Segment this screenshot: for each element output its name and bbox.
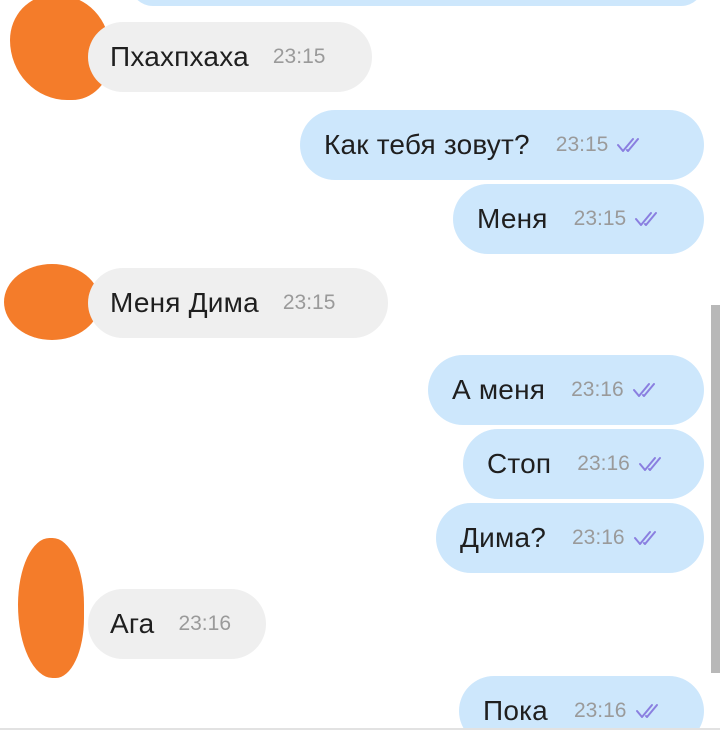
scrollbar[interactable] xyxy=(711,305,720,673)
contact-avatar[interactable] xyxy=(18,538,84,678)
double-check-icon xyxy=(635,701,665,721)
message-text: Стоп xyxy=(487,448,552,479)
double-check-icon xyxy=(633,528,663,548)
double-check-icon xyxy=(632,380,662,400)
message-bubble-outgoing[interactable]: Меня 23:15 xyxy=(453,184,704,254)
message-text: Меня Дима xyxy=(110,287,259,318)
message-text: Пока xyxy=(483,695,548,726)
contact-avatar[interactable] xyxy=(4,264,100,340)
message-bubble-outgoing[interactable]: А меня 23:16 xyxy=(428,355,704,425)
message-bubble-incoming[interactable]: Пхахпхаха 23:15 xyxy=(88,22,372,92)
input-area-edge xyxy=(0,730,720,738)
message-bubble-incoming[interactable]: Ага 23:16 xyxy=(88,589,266,659)
message-time: 23:16 xyxy=(571,378,624,401)
message-bubble-outgoing[interactable]: Дима? 23:16 xyxy=(436,503,704,573)
double-check-icon xyxy=(634,209,664,229)
message-time: 23:16 xyxy=(573,699,627,722)
double-check-icon xyxy=(638,454,668,474)
message-time: 23:16 xyxy=(577,452,630,475)
message-text: Меня xyxy=(477,203,548,234)
message-bubble-clipped[interactable] xyxy=(130,0,704,6)
message-text: А меня xyxy=(452,374,546,405)
message-bubble-incoming[interactable]: Меня Дима 23:15 xyxy=(88,268,388,338)
message-time: 23:15 xyxy=(555,133,609,156)
message-time: 23:16 xyxy=(572,526,625,549)
message-time: 23:15 xyxy=(282,291,336,314)
message-text: Дима? xyxy=(460,522,546,553)
message-text: Ага xyxy=(110,608,155,639)
message-time: 23:16 xyxy=(178,612,232,635)
message-bubble-outgoing[interactable]: Как тебя зовут? 23:15 xyxy=(300,110,704,180)
message-text: Как тебя зовут? xyxy=(324,129,530,160)
message-bubble-outgoing[interactable]: Стоп 23:16 xyxy=(463,429,704,499)
chat-message-list[interactable]: Пхахпхаха 23:15 Как тебя зовут? 23:15 Ме… xyxy=(0,0,720,738)
message-time: 23:15 xyxy=(573,207,627,230)
double-check-icon xyxy=(616,135,646,155)
message-time: 23:15 xyxy=(272,45,326,68)
message-text: Пхахпхаха xyxy=(110,41,249,72)
